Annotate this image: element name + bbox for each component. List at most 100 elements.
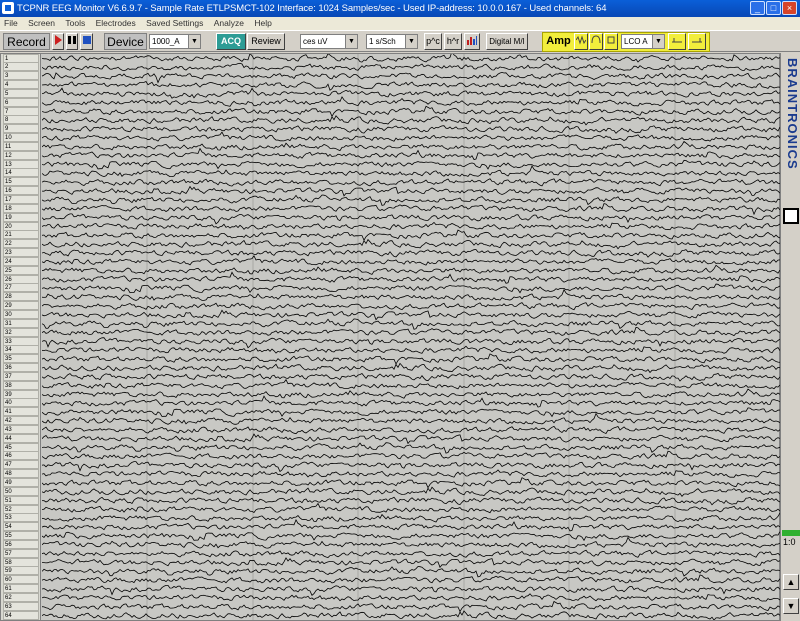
eeg-traces[interactable] — [42, 54, 780, 620]
channel-label[interactable]: 37 — [3, 371, 39, 381]
channel-label[interactable]: 54 — [3, 522, 39, 532]
channel-label[interactable]: 17 — [3, 195, 39, 204]
amp-tool-3-button[interactable] — [604, 33, 618, 50]
channel-label[interactable]: 23 — [3, 248, 39, 258]
channel-label[interactable]: 26 — [3, 274, 39, 284]
channel-label[interactable]: 41 — [3, 407, 39, 417]
channel-label[interactable]: 24 — [3, 256, 39, 266]
channel-label[interactable]: 51 — [3, 495, 39, 505]
record-play-button[interactable] — [52, 33, 64, 50]
eeg-trace-channel-30 — [42, 309, 780, 321]
menu-help[interactable]: Help — [250, 17, 275, 30]
amp-tool-5-button[interactable] — [688, 33, 706, 50]
channel-label[interactable]: 35 — [3, 354, 39, 364]
maximize-button[interactable]: □ — [766, 1, 781, 15]
channel-label[interactable]: 29 — [3, 301, 39, 311]
channel-label[interactable]: 1 — [3, 53, 39, 63]
eeg-trace-panel[interactable]: 1 2 3 4 5 6 7 8 9 10 11 12 13 14 15 16 17 18 19 20 21 22 23 24 2… — [0, 53, 780, 621]
acq-button[interactable]: ACQ — [216, 33, 246, 50]
channel-label[interactable]: 28 — [3, 292, 39, 302]
channel-label[interactable]: 62 — [3, 592, 39, 602]
h-up-button[interactable]: h^r — [444, 33, 462, 50]
channel-label[interactable]: 55 — [3, 531, 39, 541]
channel-label[interactable]: 50 — [3, 486, 39, 496]
menu-file[interactable]: File — [0, 17, 22, 30]
amp-tool-4-button[interactable] — [668, 33, 686, 50]
scroll-up-button[interactable]: ▲ — [783, 574, 799, 590]
menu-screen[interactable]: Screen — [24, 17, 59, 30]
channel-label[interactable]: 6 — [3, 97, 39, 107]
channel-label[interactable]: 52 — [3, 504, 39, 514]
channel-label[interactable]: 12 — [3, 150, 39, 160]
channel-label[interactable]: 7 — [3, 106, 39, 116]
menu-electrodes[interactable]: Electrodes — [92, 17, 140, 30]
channel-label[interactable]: 16 — [3, 186, 39, 196]
channel-label[interactable]: 27 — [3, 283, 39, 293]
close-button[interactable]: × — [782, 1, 797, 15]
channel-label[interactable]: 11 — [3, 141, 39, 151]
channel-label[interactable]: 58 — [3, 557, 39, 567]
menu-analyze[interactable]: Analyze — [210, 17, 248, 30]
channel-label[interactable]: 18 — [3, 203, 39, 213]
channel-label[interactable]: 19 — [3, 212, 39, 222]
channel-label[interactable]: 56 — [3, 539, 39, 549]
channel-label[interactable]: 4 — [3, 80, 39, 90]
channel-label[interactable]: 8 — [3, 115, 39, 125]
channel-label[interactable]: 46 — [3, 451, 39, 461]
channel-label[interactable]: 40 — [3, 398, 39, 408]
title-bar[interactable]: TCPNR EEG Monitor V6.6.9.7 - Sample Rate… — [0, 0, 800, 17]
timebase-select[interactable]: 1 s/Sch ▼ — [366, 34, 418, 49]
side-toggle-box[interactable] — [783, 208, 799, 224]
bar-chart-button[interactable] — [464, 33, 480, 50]
pause-button[interactable] — [66, 33, 78, 50]
channel-label[interactable]: 47 — [3, 460, 39, 470]
channel-label[interactable]: 53 — [3, 513, 39, 523]
channel-label[interactable]: 45 — [3, 442, 39, 452]
channel-label[interactable]: 2 — [3, 62, 39, 72]
channel-label[interactable]: 61 — [3, 584, 39, 594]
digital-mi-button[interactable]: Digital M/I — [486, 33, 528, 50]
scroll-down-button[interactable]: ▼ — [783, 598, 799, 614]
channel-label[interactable]: 60 — [3, 575, 39, 585]
amp-tool-2-button[interactable] — [589, 33, 603, 50]
channel-label[interactable]: 21 — [3, 230, 39, 240]
channel-label[interactable]: 57 — [3, 548, 39, 558]
channel-label[interactable]: 36 — [3, 363, 39, 373]
p-up-button[interactable]: p^c — [424, 33, 442, 50]
channel-label[interactable]: 43 — [3, 424, 39, 434]
channel-label[interactable]: 42 — [3, 416, 39, 426]
device-select[interactable]: 1000_A ▼ — [149, 34, 201, 49]
amp-select[interactable]: LCO A ▼ — [621, 34, 665, 49]
review-button[interactable]: Review — [247, 33, 285, 50]
channel-label[interactable]: 14 — [3, 168, 39, 178]
eeg-trace-channel-17 — [42, 194, 780, 206]
channel-label[interactable]: 25 — [3, 265, 39, 275]
channel-label[interactable]: 9 — [3, 124, 39, 134]
channel-label[interactable]: 33 — [3, 336, 39, 346]
channel-label[interactable]: 31 — [3, 318, 39, 328]
channel-label[interactable]: 15 — [3, 177, 39, 187]
channel-label[interactable]: 44 — [3, 433, 39, 443]
channel-label[interactable]: 63 — [3, 601, 39, 611]
minimize-button[interactable]: _ — [750, 1, 765, 15]
channel-label[interactable]: 64 — [3, 610, 39, 620]
channel-label[interactable]: 30 — [3, 309, 39, 319]
channel-label[interactable]: 3 — [3, 71, 39, 81]
menu-saved-settings[interactable]: Saved Settings — [142, 17, 207, 30]
channel-label[interactable]: 5 — [3, 88, 39, 98]
channel-label[interactable]: 13 — [3, 159, 39, 169]
amp-tool-1-button[interactable] — [574, 33, 588, 50]
channel-label[interactable]: 38 — [3, 380, 39, 390]
channel-label[interactable]: 20 — [3, 221, 39, 231]
channel-label[interactable]: 32 — [3, 327, 39, 337]
channel-label[interactable]: 59 — [3, 566, 39, 576]
channel-label[interactable]: 48 — [3, 469, 39, 479]
channel-label[interactable]: 49 — [3, 478, 39, 487]
menu-tools[interactable]: Tools — [61, 17, 89, 30]
stop-button[interactable] — [80, 33, 93, 50]
channel-label[interactable]: 34 — [3, 345, 39, 355]
channel-label[interactable]: 39 — [3, 389, 39, 399]
sensitivity-select[interactable]: ces uV ▼ — [300, 34, 358, 49]
channel-label[interactable]: 22 — [3, 239, 39, 249]
channel-label[interactable]: 10 — [3, 133, 39, 143]
